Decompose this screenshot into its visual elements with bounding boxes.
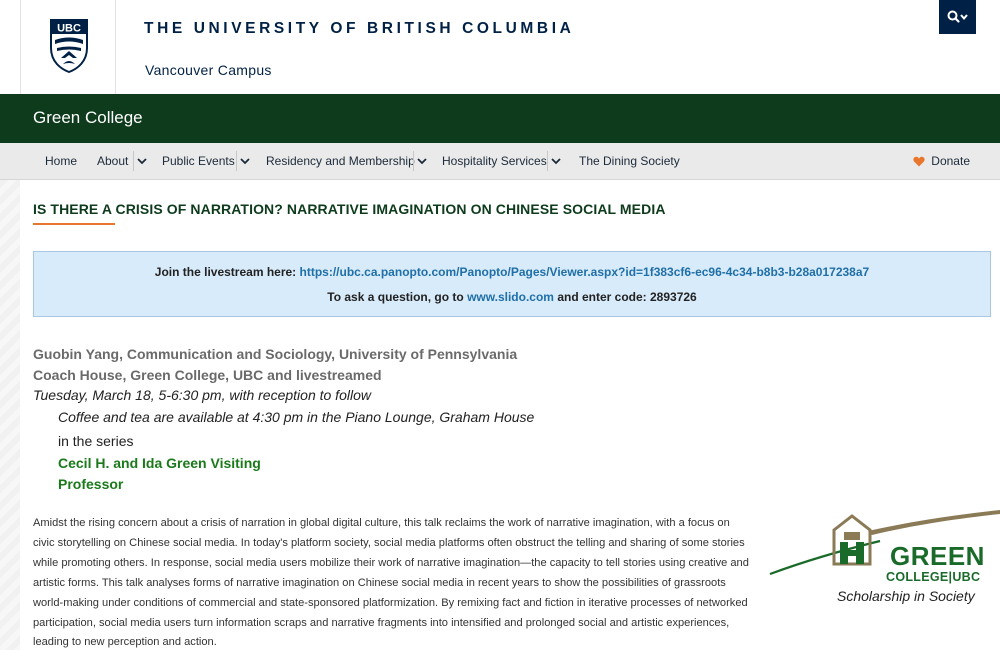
- event-datetime: Tuesday, March 18, 5-6:30 pm, with recep…: [33, 387, 371, 403]
- chevron-down-icon: [240, 157, 250, 164]
- gc-logo-tagline: Scholarship in Society: [837, 588, 975, 604]
- nav-item-home[interactable]: Home: [45, 154, 77, 168]
- livestream-notice: Join the livestream here: https://ubc.ca…: [33, 251, 991, 317]
- gc-logo-word1: GREEN: [890, 541, 985, 571]
- ubc-campus-label[interactable]: Vancouver Campus: [145, 62, 272, 78]
- livestream-line: Join the livestream here: https://ubc.ca…: [34, 265, 990, 279]
- nav-item-about[interactable]: About: [97, 154, 128, 168]
- chevron-down-icon: [551, 157, 561, 164]
- nav-residency-dropdown-toggle[interactable]: [413, 151, 430, 171]
- chevron-down-icon: [417, 157, 427, 164]
- page-title: IS THERE A CRISIS OF NARRATION? NARRATIV…: [33, 201, 666, 217]
- ubc-crest-link[interactable]: UBC: [20, 0, 116, 94]
- ubc-header: UBC THE UNIVERSITY OF BRITISH COLUMBIA V…: [0, 0, 1000, 94]
- question-prefix: To ask a question, go to: [327, 290, 468, 304]
- event-coffee-note: Coffee and tea are available at 4:30 pm …: [58, 409, 535, 425]
- left-background-pattern: [0, 180, 20, 650]
- livestream-link[interactable]: https://ubc.ca.panopto.com/Panopto/Pages…: [300, 265, 870, 279]
- gc-logo-word2: COLLEGE|UBC: [886, 570, 981, 584]
- main-nav: Home About Public Events Residency and M…: [0, 143, 1000, 180]
- search-toggle-button[interactable]: [939, 0, 976, 34]
- unit-bar: Green College: [0, 94, 1000, 143]
- heart-icon: [913, 156, 925, 166]
- search-icon: [947, 10, 968, 23]
- ubc-crest-text: UBC: [57, 23, 81, 35]
- ubc-wordmark[interactable]: THE UNIVERSITY OF BRITISH COLUMBIA: [144, 20, 574, 38]
- nav-item-residency[interactable]: Residency and Membership: [266, 154, 415, 168]
- question-suffix: and enter code: 2893726: [553, 290, 697, 304]
- series-name-link[interactable]: Cecil H. and Ida Green Visiting Professo…: [58, 453, 308, 495]
- slido-link[interactable]: www.slido.com: [467, 290, 554, 304]
- donate-label: Donate: [931, 154, 970, 168]
- ubc-crest-icon: UBC: [50, 19, 88, 74]
- question-line: To ask a question, go to www.slido.com a…: [34, 290, 990, 304]
- chevron-down-icon: [137, 157, 147, 164]
- event-speaker: Guobin Yang, Communication and Sociology…: [33, 346, 518, 362]
- event-abstract: Amidst the rising concern about a crisis…: [33, 517, 749, 649]
- nav-item-public-events[interactable]: Public Events: [162, 154, 235, 168]
- series-label: in the series: [58, 433, 134, 449]
- nav-public-events-dropdown-toggle[interactable]: [236, 151, 253, 171]
- nav-about-dropdown-toggle[interactable]: [133, 151, 150, 171]
- nav-item-dining-society[interactable]: The Dining Society: [579, 154, 680, 168]
- livestream-prefix: Join the livestream here:: [154, 265, 300, 279]
- unit-name-link[interactable]: Green College: [33, 108, 143, 128]
- donate-link[interactable]: Donate: [913, 154, 970, 168]
- main-content: IS THERE A CRISIS OF NARRATION? NARRATIV…: [20, 180, 1000, 650]
- nav-hospitality-dropdown-toggle[interactable]: [547, 151, 564, 171]
- title-underline: [33, 223, 115, 225]
- green-college-logo: GREEN COLLEGE|UBC Scholarship in Society: [768, 508, 1000, 608]
- nav-item-hospitality[interactable]: Hospitality Services: [442, 154, 547, 168]
- event-venue: Coach House, Green College, UBC and live…: [33, 367, 382, 383]
